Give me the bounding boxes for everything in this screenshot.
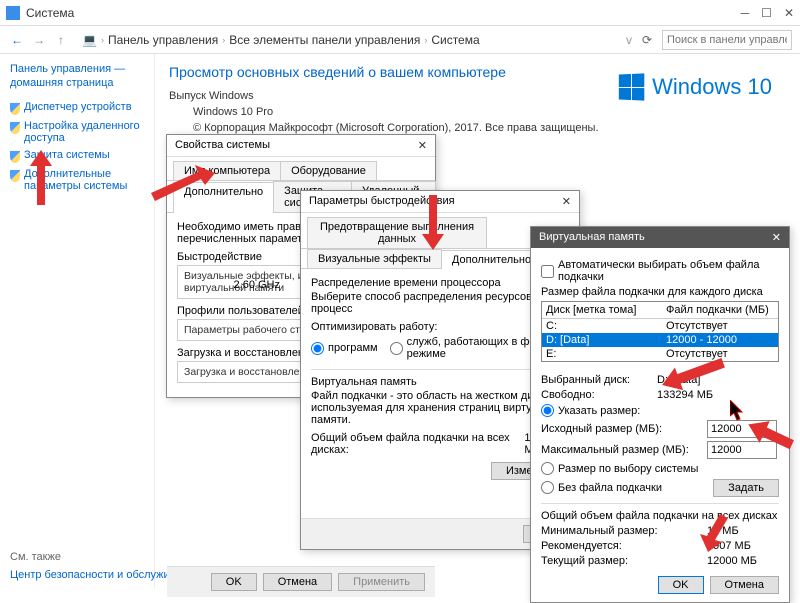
crumb[interactable]: Все элементы панели управления <box>229 33 420 47</box>
windows-logo: Windows 10 <box>618 74 772 100</box>
close-icon[interactable]: ✕ <box>418 139 427 152</box>
drive-row: C:Отсутствует <box>542 319 778 333</box>
radio-programs[interactable]: программ <box>311 336 378 360</box>
totals-header: Общий объем файла подкачки на всех диска… <box>541 510 779 522</box>
radio-label: Указать размер: <box>558 405 640 417</box>
crumb[interactable]: Система <box>431 33 479 47</box>
close-icon[interactable]: ✕ <box>562 195 571 208</box>
sidebar-item-devices[interactable]: Диспетчер устройств <box>10 101 144 115</box>
radio-system[interactable]: Размер по выбору системы <box>541 462 779 475</box>
tab-computer-name[interactable]: Имя компьютера <box>173 161 281 180</box>
sidebar-item-label: Настройка удаленного доступа <box>24 120 144 144</box>
sidebar-item-label: Защита системы <box>24 149 110 161</box>
tabs-row1: Имя компьютера Оборудование <box>167 157 435 181</box>
close-icon[interactable]: ✕ <box>772 231 781 244</box>
cancel-button[interactable]: Отмена <box>710 576 779 594</box>
copyright: © Корпорация Майкрософт (Microsoft Corpo… <box>193 122 786 134</box>
max-input[interactable] <box>707 441 777 459</box>
sidebar-item-advanced[interactable]: Дополнительные параметры системы <box>10 168 144 192</box>
dialog-title: Свойства системы <box>175 139 270 152</box>
cpu-tail: 2.60 GHz <box>234 279 280 291</box>
set-button[interactable]: Задать <box>713 479 779 497</box>
window-title: Система <box>26 6 74 20</box>
minimize-button[interactable]: ─ <box>741 6 750 20</box>
free-value: 133294 МБ <box>657 389 713 401</box>
sidebar-item-protection[interactable]: Защита системы <box>10 149 144 163</box>
selected-value: D: [Data] <box>657 374 700 386</box>
forward-button[interactable]: → <box>30 31 48 49</box>
tab-visual[interactable]: Визуальные эффекты <box>307 249 442 268</box>
selected-label: Выбранный диск: <box>541 374 651 386</box>
check-label: Автоматически выбирать объем файла подка… <box>558 259 779 283</box>
dialog-title: Параметры быстродействия <box>309 195 455 208</box>
refresh-icon[interactable]: ⟳ <box>642 33 652 47</box>
shield-icon <box>10 170 20 182</box>
tab-dep[interactable]: Предотвращение выполнения данных <box>307 217 487 248</box>
pc-icon: 💻 <box>82 33 97 47</box>
perdisk-label: Размер файла подкачки для каждого диска <box>541 286 779 298</box>
free-label: Свободно: <box>541 389 651 401</box>
tab-advanced[interactable]: Дополнительно <box>441 250 542 269</box>
check-auto[interactable]: Автоматически выбирать объем файла подка… <box>541 259 779 283</box>
dialog-title: Виртуальная память <box>539 231 645 244</box>
shield-icon <box>10 151 20 163</box>
crumb[interactable]: Панель управления <box>108 33 218 47</box>
edition: Windows 10 Pro <box>193 106 786 118</box>
search-input[interactable] <box>662 30 792 50</box>
shield-icon <box>10 122 20 134</box>
radio-label: Без файла подкачки <box>558 482 662 494</box>
cur-value: 12000 МБ <box>707 555 757 567</box>
col-disk: Диск [метка тома] <box>542 302 662 318</box>
tab-advanced[interactable]: Дополнительно <box>173 182 274 213</box>
up-button[interactable]: ↑ <box>52 31 70 49</box>
init-label: Исходный размер (МБ): <box>541 423 701 435</box>
min-value: 16 МБ <box>707 525 739 537</box>
toolbar: ← → ↑ 💻 › Панель управления › Все элемен… <box>0 26 800 54</box>
tab-hardware[interactable]: Оборудование <box>280 161 377 180</box>
back-button[interactable]: ← <box>8 31 26 49</box>
breadcrumb[interactable]: 💻 › Панель управления › Все элементы пан… <box>82 33 626 47</box>
rec-label: Рекомендуется: <box>541 540 701 552</box>
windows-icon <box>619 73 644 100</box>
col-paging: Файл подкачки (МБ) <box>662 302 778 318</box>
titlebar: Система ─ ☐ ✕ <box>0 0 800 26</box>
sidebar-item-remote[interactable]: Настройка удаленного доступа <box>10 120 144 144</box>
windows-logo-text: Windows 10 <box>652 74 772 100</box>
cancel-button[interactable]: Отмена <box>263 573 332 591</box>
system-icon <box>6 6 20 20</box>
sidebar-item-label: Дополнительные параметры системы <box>24 168 144 192</box>
shield-icon <box>10 103 20 115</box>
maximize-button[interactable]: ☐ <box>761 6 772 20</box>
radio-label: программ <box>328 342 378 354</box>
close-button[interactable]: ✕ <box>784 6 794 20</box>
cur-label: Текущий размер: <box>541 555 701 567</box>
apply-button[interactable]: Применить <box>338 573 425 591</box>
total-label: Общий объем файла подкачки на всех диска… <box>311 432 524 456</box>
drive-row: E:Отсутствует <box>542 347 778 361</box>
ok-button[interactable]: OK <box>211 573 257 591</box>
radio-custom[interactable]: Указать размер: <box>541 404 779 417</box>
sidebar-item-label: Диспетчер устройств <box>24 101 132 113</box>
sidebar-header[interactable]: Панель управления — домашняя страница <box>10 62 144 91</box>
ok-button[interactable]: OK <box>658 576 704 594</box>
radio-none[interactable]: Без файла подкачки <box>541 481 713 494</box>
max-label: Максимальный размер (МБ): <box>541 444 701 456</box>
min-label: Минимальный размер: <box>541 525 701 537</box>
radio-label: Размер по выбору системы <box>558 463 698 475</box>
rec-value: 1907 МБ <box>707 540 751 552</box>
drive-list[interactable]: Диск [метка тома]Файл подкачки (МБ) C:От… <box>541 301 779 362</box>
dialog-virtual-memory: Виртуальная память ✕ Автоматически выбира… <box>530 226 790 603</box>
dropdown-icon[interactable]: v <box>626 33 632 47</box>
init-input[interactable] <box>707 420 777 438</box>
drive-row: D: [Data]12000 - 12000 <box>542 333 778 347</box>
sidebar: Панель управления — домашняя страница Ди… <box>0 54 155 589</box>
